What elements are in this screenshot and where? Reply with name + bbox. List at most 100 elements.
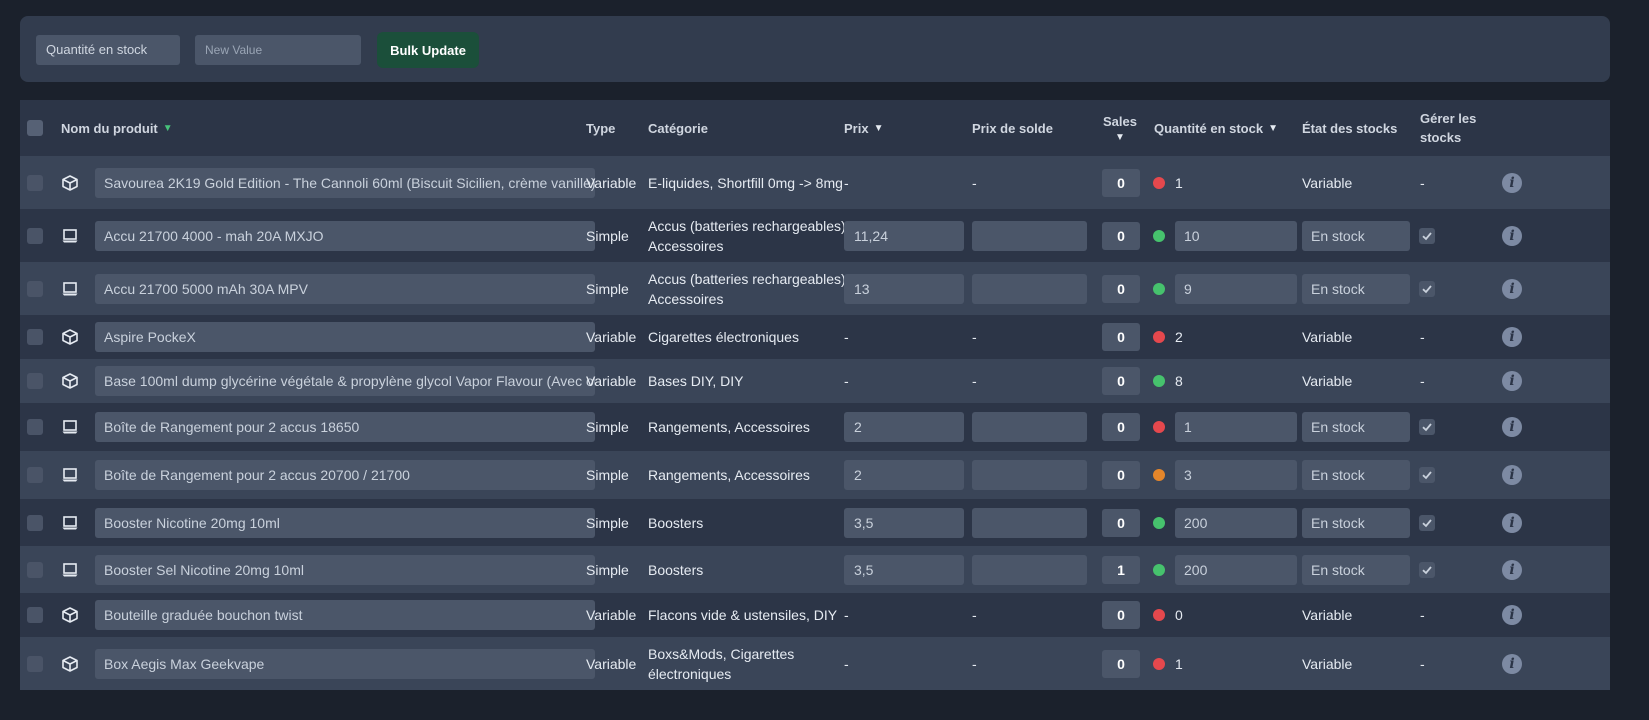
- stock-status-dot-icon: [1153, 563, 1165, 576]
- info-icon[interactable]: i: [1502, 417, 1522, 437]
- product-category: E-liquides, Shortfill 0mg -> 8mg: [648, 174, 843, 191]
- product-name-input[interactable]: Savourea 2K19 Gold Edition - The Cannoli…: [95, 167, 595, 198]
- info-icon[interactable]: i: [1502, 559, 1522, 580]
- info-icon[interactable]: i: [1502, 327, 1522, 347]
- stock-qty-input[interactable]: 200: [1175, 507, 1297, 538]
- select-all-checkbox[interactable]: [27, 120, 43, 136]
- product-name-input[interactable]: Accu 21700 4000 - mah 20A MXJO: [95, 220, 595, 251]
- product-name-input[interactable]: Bouteille graduée bouchon twist: [95, 600, 595, 630]
- info-icon[interactable]: i: [1502, 653, 1522, 674]
- row-checkbox[interactable]: [27, 607, 43, 623]
- bulk-field-select[interactable]: Quantité en stock: [36, 35, 180, 65]
- table-row: Accu 21700 5000 mAh 30A MPV Simple Accus (…: [20, 262, 1610, 315]
- sale-price-value: -: [972, 607, 977, 623]
- manage-stock-value: -: [1420, 373, 1425, 389]
- row-select-cell: [27, 593, 43, 637]
- stock-status-value: Variable: [1302, 329, 1353, 345]
- row-checkbox[interactable]: [27, 655, 43, 672]
- header-stock-status: État des stocks: [1302, 100, 1397, 156]
- sales-count: 0: [1102, 461, 1140, 489]
- stock-qty-input[interactable]: 3: [1175, 460, 1297, 490]
- row-checkbox[interactable]: [27, 373, 43, 389]
- sale-price-input[interactable]: [972, 220, 1087, 251]
- manage-stock-checkbox[interactable]: [1419, 467, 1435, 483]
- header-stock-qty-label: Quantité en stock: [1154, 120, 1264, 136]
- product-name-input[interactable]: Boîte de Rangement pour 2 accus 20700 / …: [95, 460, 595, 490]
- table-row: Booster Sel Nicotine 20mg 10ml Simple Boos…: [20, 546, 1610, 593]
- price-input[interactable]: 3,5: [844, 554, 964, 585]
- stock-status-dot-icon: [1153, 375, 1165, 387]
- stock-status-select[interactable]: En stock: [1302, 460, 1410, 490]
- price-input[interactable]: 3,5: [844, 507, 964, 538]
- price-input[interactable]: 2: [844, 412, 964, 442]
- product-name-input[interactable]: Boîte de Rangement pour 2 accus 18650: [95, 412, 595, 442]
- product-name-input[interactable]: Booster Sel Nicotine 20mg 10ml: [95, 554, 595, 585]
- info-icon[interactable]: i: [1502, 278, 1522, 299]
- row-checkbox[interactable]: [27, 419, 43, 435]
- price-value: -: [844, 655, 849, 672]
- row-checkbox[interactable]: [27, 174, 43, 191]
- product-name-input[interactable]: Box Aegis Max Geekvape: [95, 648, 595, 679]
- price-input[interactable]: 11,24: [844, 220, 964, 251]
- table-row: Base 100ml dump glycérine végétale & pro…: [20, 359, 1610, 403]
- stock-qty-input[interactable]: 200: [1175, 554, 1297, 585]
- price-input[interactable]: 2: [844, 460, 964, 490]
- stock-status-select[interactable]: En stock: [1302, 273, 1410, 304]
- stock-qty-input[interactable]: 10: [1175, 220, 1297, 251]
- sale-price-input[interactable]: [972, 554, 1087, 585]
- sort-down-icon: ▼: [1115, 131, 1125, 143]
- product-name-input[interactable]: Aspire PockeX: [95, 322, 595, 352]
- stock-status-select[interactable]: En stock: [1302, 412, 1410, 442]
- manage-stock-checkbox[interactable]: [1419, 419, 1435, 435]
- stock-qty-input[interactable]: 1: [1175, 412, 1297, 442]
- sale-price-input[interactable]: [972, 273, 1087, 304]
- bulk-value-input[interactable]: [195, 35, 361, 65]
- info-icon[interactable]: i: [1502, 465, 1522, 485]
- simple-product-icon: [61, 546, 79, 593]
- header-stock-qty[interactable]: Quantité en stock ▼: [1154, 100, 1278, 156]
- header-category-label: Catégorie: [648, 120, 708, 136]
- product-type: Simple: [586, 227, 629, 244]
- header-sale-price-label: Prix de solde: [972, 120, 1053, 136]
- price-input[interactable]: 13: [844, 273, 964, 304]
- bulk-update-button[interactable]: Bulk Update: [377, 32, 479, 68]
- sale-price-input[interactable]: [972, 507, 1087, 538]
- variable-product-icon: [61, 637, 79, 690]
- stock-qty-input[interactable]: 9: [1175, 273, 1297, 304]
- stock-status-select[interactable]: En stock: [1302, 507, 1410, 538]
- manage-stock-checkbox[interactable]: [1419, 514, 1435, 531]
- stock-status-select[interactable]: En stock: [1302, 554, 1410, 585]
- manage-stock-checkbox[interactable]: [1419, 561, 1435, 578]
- row-checkbox[interactable]: [27, 280, 43, 297]
- header-sales[interactable]: Sales ▼: [1100, 100, 1140, 156]
- product-name-input[interactable]: Booster Nicotine 20mg 10ml: [95, 507, 595, 538]
- info-icon[interactable]: i: [1502, 172, 1522, 193]
- row-checkbox[interactable]: [27, 514, 43, 531]
- stock-status-dot-icon: [1153, 657, 1165, 670]
- row-checkbox[interactable]: [27, 329, 43, 345]
- header-manage-stock-label: Gérer les stocks: [1420, 111, 1477, 145]
- sale-price-input[interactable]: [972, 460, 1087, 490]
- stock-status-select[interactable]: En stock: [1302, 220, 1410, 251]
- row-checkbox[interactable]: [27, 227, 43, 244]
- sales-count: 0: [1102, 323, 1140, 351]
- variable-product-icon: [61, 359, 79, 403]
- info-icon[interactable]: i: [1502, 605, 1522, 625]
- manage-stock-checkbox[interactable]: [1419, 280, 1435, 297]
- manage-stock-value: -: [1420, 174, 1425, 191]
- product-name-input[interactable]: Base 100ml dump glycérine végétale & pro…: [95, 366, 595, 396]
- sales-count: 0: [1102, 168, 1140, 197]
- manage-stock-checkbox[interactable]: [1419, 227, 1435, 244]
- row-select-cell: [27, 156, 43, 209]
- row-checkbox[interactable]: [27, 561, 43, 578]
- row-checkbox[interactable]: [27, 467, 43, 483]
- header-name[interactable]: Nom du produit ▼: [61, 100, 173, 156]
- table-row: Bouteille graduée bouchon twist Variable F…: [20, 593, 1610, 637]
- info-icon[interactable]: i: [1502, 512, 1522, 533]
- info-icon[interactable]: i: [1502, 371, 1522, 391]
- product-name-input[interactable]: Accu 21700 5000 mAh 30A MPV: [95, 273, 595, 304]
- header-price[interactable]: Prix ▼: [844, 100, 883, 156]
- stock-qty-value: 1: [1175, 655, 1183, 672]
- info-icon[interactable]: i: [1502, 225, 1522, 246]
- sale-price-input[interactable]: [972, 412, 1087, 442]
